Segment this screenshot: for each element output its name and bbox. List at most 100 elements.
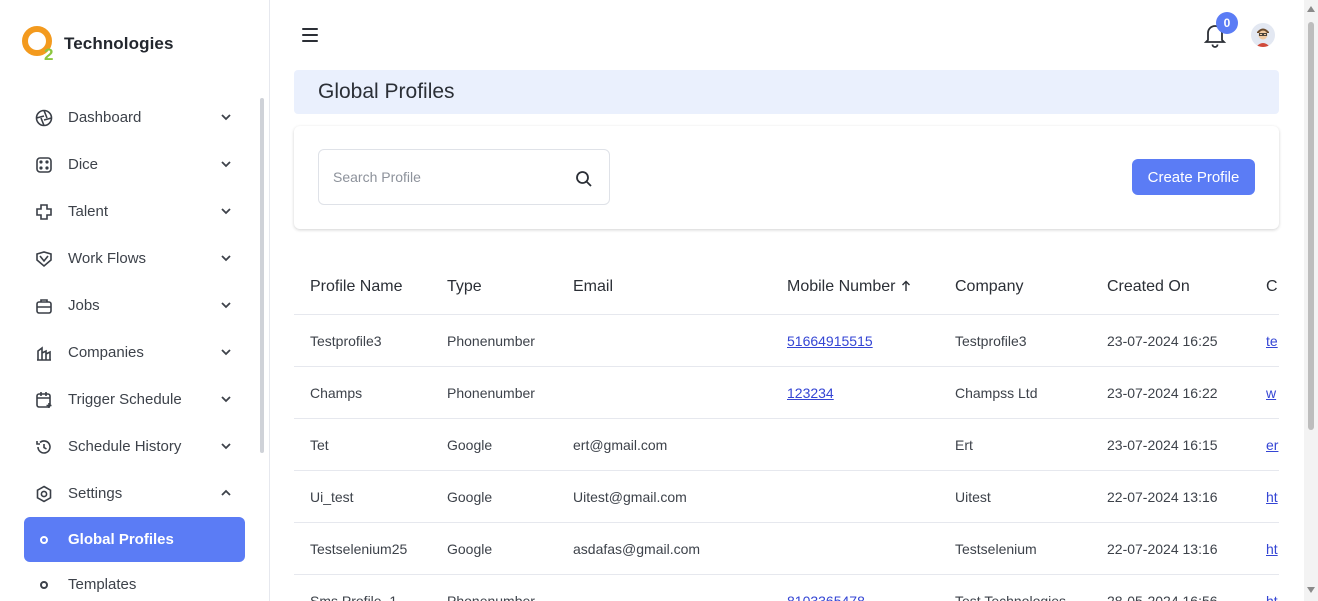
search-icon[interactable] bbox=[575, 170, 593, 188]
column-header-company[interactable]: Company bbox=[955, 278, 1023, 296]
scroll-up-icon[interactable] bbox=[1307, 6, 1315, 12]
cell-mobile-number[interactable]: 123234 bbox=[787, 385, 834, 401]
cell-truncated-link[interactable]: ht bbox=[1266, 489, 1278, 505]
settings-icon bbox=[34, 484, 54, 504]
sidebar-item-label: Talent bbox=[68, 203, 109, 220]
column-header-type[interactable]: Type bbox=[447, 278, 482, 296]
search-input[interactable] bbox=[333, 166, 563, 188]
sidebar-item-schedule-history[interactable]: Schedule History bbox=[24, 423, 245, 470]
sidebar-item-label: Settings bbox=[68, 485, 123, 502]
chevron-down-icon bbox=[221, 302, 231, 309]
cell-created-on: 23-07-2024 16:15 bbox=[1107, 437, 1218, 453]
sidebar-item-work-flows[interactable]: Work Flows bbox=[24, 235, 245, 282]
sidebar-item-trigger-schedule[interactable]: Trigger Schedule bbox=[24, 376, 245, 423]
chevron-down-icon bbox=[221, 349, 231, 356]
cell-created-on: 23-07-2024 16:25 bbox=[1107, 333, 1218, 349]
menu-toggle-icon[interactable] bbox=[302, 28, 318, 42]
table-row[interactable]: Testprofile3 Phonenumber 51664915515 Testpr… bbox=[294, 315, 1279, 367]
notification-badge: 0 bbox=[1216, 12, 1238, 34]
cell-type: Phonenumber bbox=[447, 593, 535, 601]
scroll-down-icon[interactable] bbox=[1307, 587, 1315, 593]
search-box bbox=[318, 149, 610, 205]
cell-truncated-link[interactable]: er bbox=[1266, 437, 1278, 453]
table-row[interactable]: Tet Google ert@gmail.com Ert 23-07-2024 16:1… bbox=[294, 419, 1279, 471]
cell-truncated-link[interactable]: ht bbox=[1266, 541, 1278, 557]
create-profile-button[interactable]: Create Profile bbox=[1132, 159, 1255, 195]
cell-company: Testselenium bbox=[955, 541, 1037, 557]
cell-created-on: 22-07-2024 13:16 bbox=[1107, 541, 1218, 557]
history-icon bbox=[34, 437, 54, 457]
column-header-label: Mobile Number bbox=[787, 278, 896, 295]
table-row[interactable]: Champs Phonenumber 123234 Champss Ltd 23-07-… bbox=[294, 367, 1279, 419]
avatar[interactable] bbox=[1251, 23, 1275, 47]
brand[interactable]: 2 Technologies bbox=[22, 26, 174, 64]
sidebar-subitem-global-profiles[interactable]: Global Profiles bbox=[24, 517, 245, 562]
table-row[interactable]: Testselenium25 Google asdafas@gmail.com Tes… bbox=[294, 523, 1279, 575]
sidebar-subitem-label: Global Profiles bbox=[68, 531, 174, 548]
cell-email: asdafas@gmail.com bbox=[573, 541, 701, 557]
sidebar-scrollbar[interactable] bbox=[260, 98, 264, 453]
calendar-plus-icon bbox=[34, 390, 54, 410]
sidebar-item-label: Jobs bbox=[68, 297, 100, 314]
svg-text:2: 2 bbox=[44, 45, 53, 62]
bullet-icon bbox=[40, 580, 48, 589]
cell-truncated-link[interactable]: ht bbox=[1266, 593, 1278, 601]
sidebar-item-dice[interactable]: Dice bbox=[24, 141, 245, 188]
table-header: Profile Name Type Email Mobile Number Co… bbox=[294, 262, 1279, 315]
sidebar-item-label: Companies bbox=[68, 344, 144, 361]
cell-profile-name: Champs bbox=[310, 385, 363, 401]
column-header-profile-name[interactable]: Profile Name bbox=[310, 278, 402, 296]
scrollbar-thumb[interactable] bbox=[1308, 22, 1314, 430]
dice-icon bbox=[34, 155, 54, 175]
cell-profile-name: Tet bbox=[310, 437, 329, 453]
column-header-mobile-number[interactable]: Mobile Number bbox=[787, 278, 911, 296]
cell-type: Google bbox=[447, 541, 493, 557]
page-header: Global Profiles bbox=[294, 70, 1279, 114]
chevron-down-icon bbox=[221, 114, 231, 121]
chevron-down-icon bbox=[221, 443, 231, 450]
cell-company: Uitest bbox=[955, 489, 991, 505]
cell-profile-name: Ui_test bbox=[310, 489, 354, 505]
table-row[interactable]: Sms Profile_1 Phonenumber 8103365478 Test T… bbox=[294, 575, 1279, 601]
table-row[interactable]: Ui_test Google Uitest@gmail.com Uitest 22-07… bbox=[294, 471, 1279, 523]
cell-email: ert@gmail.com bbox=[573, 437, 668, 453]
cell-type: Phonenumber bbox=[447, 385, 535, 401]
cell-mobile-number[interactable]: 8103365478 bbox=[787, 593, 865, 601]
page-title: Global Profiles bbox=[318, 80, 455, 103]
cell-company: Testprofile3 bbox=[955, 333, 1027, 349]
sidebar: 2 Technologies Dashboard Dice Talent Wor… bbox=[0, 0, 270, 601]
column-header-created-on[interactable]: Created On bbox=[1107, 278, 1190, 296]
cell-truncated-link[interactable]: w bbox=[1266, 385, 1276, 401]
cell-company: Champss Ltd bbox=[955, 385, 1038, 401]
cell-company: Test Technologies bbox=[955, 593, 1067, 601]
column-header-email[interactable]: Email bbox=[573, 278, 613, 296]
column-header-truncated[interactable]: C bbox=[1266, 278, 1278, 296]
sidebar-item-label: Trigger Schedule bbox=[68, 391, 182, 408]
sidebar-item-label: Dashboard bbox=[68, 109, 142, 126]
sidebar-item-label: Work Flows bbox=[68, 250, 147, 267]
chevron-down-icon bbox=[221, 255, 231, 262]
sidebar-item-companies[interactable]: Companies bbox=[24, 329, 245, 376]
chevron-down-icon bbox=[221, 208, 231, 215]
sidebar-subitem-templates[interactable]: Templates bbox=[24, 562, 245, 601]
sidebar-item-dashboard[interactable]: Dashboard bbox=[24, 94, 245, 141]
cell-profile-name: Testselenium25 bbox=[310, 541, 408, 557]
bullet-icon bbox=[40, 535, 48, 544]
briefcase-icon bbox=[34, 296, 54, 316]
aperture-icon bbox=[34, 108, 54, 128]
profiles-table: Profile Name Type Email Mobile Number Co… bbox=[294, 262, 1279, 601]
sidebar-item-settings[interactable]: Settings bbox=[24, 470, 245, 517]
sidebar-nav: Dashboard Dice Talent Work Flows Jobs Co… bbox=[24, 94, 245, 601]
page-scrollbar[interactable] bbox=[1304, 0, 1318, 601]
cell-profile-name: Sms Profile_1 bbox=[310, 593, 398, 601]
workflow-icon bbox=[34, 249, 54, 269]
sidebar-item-talent[interactable]: Talent bbox=[24, 188, 245, 235]
sidebar-item-jobs[interactable]: Jobs bbox=[24, 282, 245, 329]
cell-created-on: 28-05-2024 16:56 bbox=[1107, 593, 1218, 601]
chevron-up-icon bbox=[221, 489, 231, 496]
cell-truncated-link[interactable]: te bbox=[1266, 333, 1278, 349]
cell-mobile-number[interactable]: 51664915515 bbox=[787, 333, 873, 349]
cell-profile-name: Testprofile3 bbox=[310, 333, 382, 349]
cell-type: Google bbox=[447, 489, 493, 505]
chevron-down-icon bbox=[221, 161, 231, 168]
